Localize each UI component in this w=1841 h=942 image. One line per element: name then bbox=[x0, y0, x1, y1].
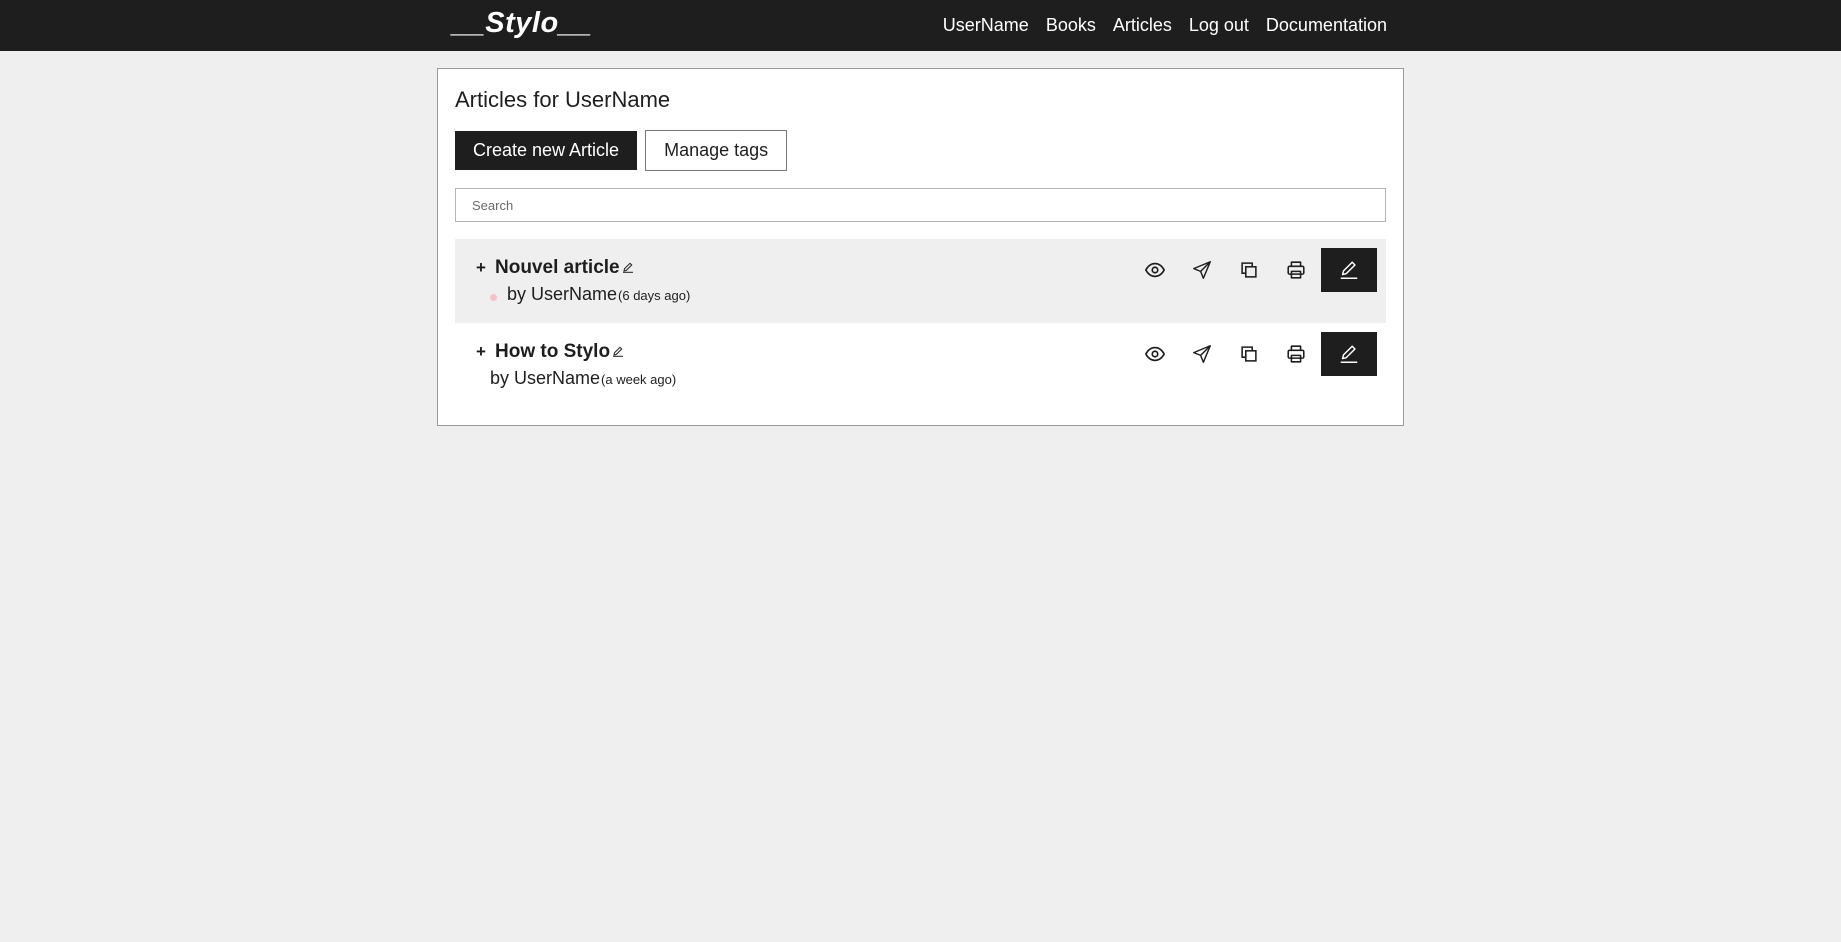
article-actions: Create new Article Manage tags bbox=[455, 130, 788, 171]
article-byline: by UserName (6 days ago) bbox=[507, 284, 690, 305]
export-button[interactable] bbox=[1272, 248, 1319, 292]
nav-articles[interactable]: Articles bbox=[1113, 15, 1172, 36]
edit-button[interactable] bbox=[1321, 332, 1377, 376]
expand-toggle[interactable]: + bbox=[476, 258, 486, 278]
article-date: (a week ago) bbox=[601, 372, 677, 387]
article-row: + How to Stylo by UserName (a week ago) bbox=[455, 323, 1386, 407]
nav-documentation[interactable]: Documentation bbox=[1266, 15, 1387, 36]
article-author: by UserName bbox=[490, 368, 601, 388]
copy-icon bbox=[1240, 262, 1257, 278]
edit-button[interactable] bbox=[1321, 248, 1377, 292]
preview-button[interactable] bbox=[1131, 332, 1178, 376]
article-author: by UserName bbox=[507, 284, 618, 304]
article-title: Nouvel article bbox=[495, 257, 634, 279]
duplicate-button[interactable] bbox=[1225, 248, 1272, 292]
article-title-text: How to Stylo bbox=[495, 341, 611, 362]
article-row: + Nouvel article by UserName (6 days ago… bbox=[455, 239, 1386, 323]
eye-icon bbox=[1144, 346, 1165, 362]
rename-pencil-icon[interactable] bbox=[612, 345, 624, 357]
send-icon bbox=[1192, 345, 1211, 363]
search-input[interactable] bbox=[455, 188, 1386, 222]
article-toolbar bbox=[1131, 248, 1377, 292]
copy-icon bbox=[1240, 346, 1257, 362]
nav-logout[interactable]: Log out bbox=[1189, 15, 1249, 36]
share-button[interactable] bbox=[1178, 332, 1225, 376]
stylo-logo[interactable]: __Stylo__ bbox=[452, 7, 592, 40]
preview-button[interactable] bbox=[1131, 248, 1178, 292]
articles-panel: Articles for UserName Create new Article… bbox=[437, 68, 1404, 426]
duplicate-button[interactable] bbox=[1225, 332, 1272, 376]
create-article-button[interactable]: Create new Article bbox=[455, 131, 638, 170]
printer-icon bbox=[1286, 261, 1305, 279]
article-title: How to Stylo bbox=[495, 341, 624, 363]
manage-tags-button[interactable]: Manage tags bbox=[645, 130, 788, 171]
tag-dot bbox=[490, 294, 497, 301]
pencil-icon bbox=[1340, 345, 1358, 363]
main-nav: UserName Books Articles Log out Document… bbox=[943, 0, 1387, 51]
pencil-icon bbox=[1340, 261, 1358, 279]
share-button[interactable] bbox=[1178, 248, 1225, 292]
eye-icon bbox=[1144, 262, 1165, 278]
page-title: Articles for UserName bbox=[455, 87, 671, 112]
article-date: (6 days ago) bbox=[618, 288, 691, 303]
printer-icon bbox=[1286, 345, 1305, 363]
export-button[interactable] bbox=[1272, 332, 1319, 376]
rename-pencil-icon[interactable] bbox=[622, 261, 634, 273]
nav-user[interactable]: UserName bbox=[943, 15, 1029, 36]
article-byline: by UserName (a week ago) bbox=[490, 368, 676, 389]
expand-toggle[interactable]: + bbox=[476, 342, 486, 362]
article-toolbar bbox=[1131, 332, 1377, 376]
top-navbar: __Stylo__ UserName Books Articles Log ou… bbox=[0, 0, 1841, 51]
nav-books[interactable]: Books bbox=[1046, 15, 1096, 36]
article-title-text: Nouvel article bbox=[495, 257, 620, 278]
send-icon bbox=[1192, 261, 1211, 279]
